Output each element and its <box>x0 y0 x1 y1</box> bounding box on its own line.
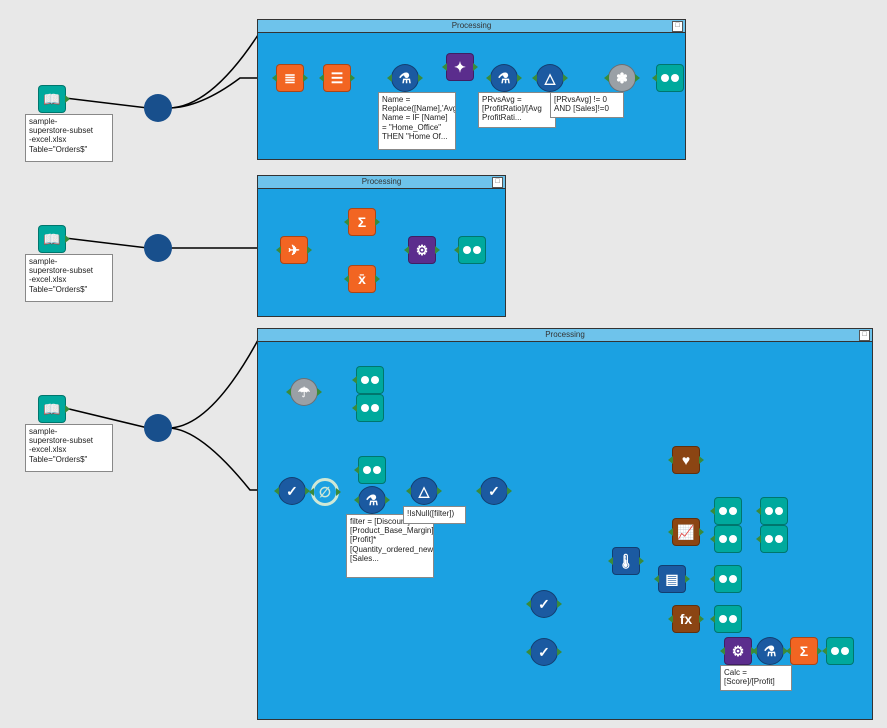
cluster-tool-1[interactable]: ✽ <box>608 64 636 92</box>
connector-dot-3[interactable] <box>144 414 172 442</box>
container-3-title: Processing <box>545 330 585 339</box>
formula-tool-1[interactable]: ⚗ <box>391 64 419 92</box>
book-icon: 📖 <box>43 231 60 248</box>
input-data-tool-3[interactable]: 📖 <box>38 395 66 423</box>
umbrella-icon: ☂ <box>298 384 311 401</box>
annotation-notnull: !IsNull([filter]) <box>403 506 466 524</box>
check-icon: ✓ <box>286 483 298 500</box>
connector-dot-2[interactable] <box>144 234 172 262</box>
summarize-tool-2[interactable]: Σ <box>790 637 818 665</box>
check-tool-4[interactable]: ✓ <box>530 638 558 666</box>
filter-tool-2[interactable]: △ <box>410 477 438 505</box>
flask-icon: ⚗ <box>764 643 777 660</box>
check-icon: ✓ <box>488 483 500 500</box>
function-icon: fx <box>680 611 692 627</box>
input-data-tool-1[interactable]: 📖 <box>38 85 66 113</box>
container-2-close[interactable]: □ <box>492 177 503 188</box>
flask-icon: ⚗ <box>498 70 511 87</box>
heart-icon: ♥ <box>682 452 690 468</box>
book-icon: 📖 <box>43 91 60 108</box>
flask-icon: ⚗ <box>366 492 379 509</box>
formula-tool-3[interactable]: ⚗ <box>358 486 386 514</box>
sigma-icon: Σ <box>358 214 366 230</box>
container-1-header[interactable]: Processing □ <box>258 20 685 33</box>
score-tool[interactable]: fx <box>672 605 700 633</box>
browse-tool-7[interactable] <box>714 565 742 593</box>
chart-icon: 📈 <box>677 524 694 541</box>
summarize-tool[interactable]: Σ <box>348 208 376 236</box>
filter-tool-1[interactable]: △ <box>536 64 564 92</box>
select-tool-2[interactable]: ☰ <box>323 64 351 92</box>
input-annotation-1: sample- superstore-subset -excel.xlsx Ta… <box>25 114 113 162</box>
null-icon: ∅ <box>319 484 331 501</box>
container-2-title: Processing <box>362 177 402 186</box>
check-icon: ✓ <box>538 644 550 661</box>
book-icon: ▤ <box>665 571 678 588</box>
browse-tool-8[interactable] <box>714 605 742 633</box>
select-tool-1[interactable]: ≣ <box>276 64 304 92</box>
annotation-calc: Calc = [Score]/[Profit] <box>720 665 792 691</box>
filter-icon: △ <box>419 483 430 500</box>
annotation-prvsavg: PRvsAvg = [ProfitRatio]/[Avg ProfitRati.… <box>478 92 556 128</box>
check-icon: ✓ <box>538 596 550 613</box>
check-tool-2[interactable]: ✓ <box>480 477 508 505</box>
book-tool[interactable]: ▤ <box>658 565 686 593</box>
input-annotation-3: sample- superstore-subset -excel.xlsx Ta… <box>25 424 113 472</box>
check-tool-1[interactable]: ✓ <box>278 477 306 505</box>
browse-tool-9[interactable] <box>826 637 854 665</box>
container-1-close[interactable]: □ <box>672 21 683 32</box>
browse-tool-2[interactable] <box>458 236 486 264</box>
browse-tool-5[interactable] <box>714 497 742 525</box>
browse-tool-5b[interactable] <box>760 497 788 525</box>
gear-icon: ⚙ <box>732 643 745 660</box>
filter-icon: △ <box>545 70 556 87</box>
select-icon: ≣ <box>284 70 296 87</box>
xbar-icon: x̄ <box>358 271 366 287</box>
join-tool-1[interactable]: ✦ <box>446 53 474 81</box>
container-3-header[interactable]: Processing □ <box>258 329 872 342</box>
null-tool[interactable]: ∅ <box>311 478 339 506</box>
heart-tool[interactable]: ♥ <box>672 446 700 474</box>
sigma-icon: Σ <box>800 643 808 659</box>
book-icon: 📖 <box>43 401 60 418</box>
join-icon: ✦ <box>454 59 466 76</box>
thermo-tool[interactable]: 🌡 <box>612 547 640 575</box>
thermometer-icon: 🌡 <box>617 553 635 570</box>
container-2-header[interactable]: Processing □ <box>258 176 505 189</box>
gear-icon: ⚙ <box>416 242 429 259</box>
select-icon: ☰ <box>331 70 344 87</box>
run-tool[interactable]: ✈ <box>280 236 308 264</box>
sample-tool[interactable]: ☂ <box>290 378 318 406</box>
input-annotation-2: sample- superstore-subset -excel.xlsx Ta… <box>25 254 113 302</box>
browse-tool-1[interactable] <box>656 64 684 92</box>
runner-icon: ✈ <box>288 242 300 259</box>
scatter-icon: ✽ <box>616 70 628 87</box>
gear-tool-1[interactable]: ⚙ <box>408 236 436 264</box>
annotation-filter-cond: [PRvsAvg] != 0 AND [Sales]!=0 <box>550 92 624 118</box>
average-tool[interactable]: x̄ <box>348 265 376 293</box>
annotation-name-replace: Name = Replace([Name],'Avg_',"") Name = … <box>378 92 456 150</box>
check-tool-3[interactable]: ✓ <box>530 590 558 618</box>
container-3-close[interactable]: □ <box>859 330 870 341</box>
container-1-title: Processing <box>452 21 492 30</box>
flask-icon: ⚗ <box>399 70 412 87</box>
chart-tool-1[interactable]: 📈 <box>672 518 700 546</box>
formula-tool-4[interactable]: ⚗ <box>756 637 784 665</box>
browse-tool-6[interactable] <box>714 525 742 553</box>
formula-tool-2[interactable]: ⚗ <box>490 64 518 92</box>
browse-tool-6b[interactable] <box>760 525 788 553</box>
input-data-tool-2[interactable]: 📖 <box>38 225 66 253</box>
browse-tool-4[interactable] <box>358 456 386 484</box>
browse-tool-3b[interactable] <box>356 394 384 422</box>
gear-tool-2[interactable]: ⚙ <box>724 637 752 665</box>
connector-dot-1[interactable] <box>144 94 172 122</box>
browse-tool-3a[interactable] <box>356 366 384 394</box>
